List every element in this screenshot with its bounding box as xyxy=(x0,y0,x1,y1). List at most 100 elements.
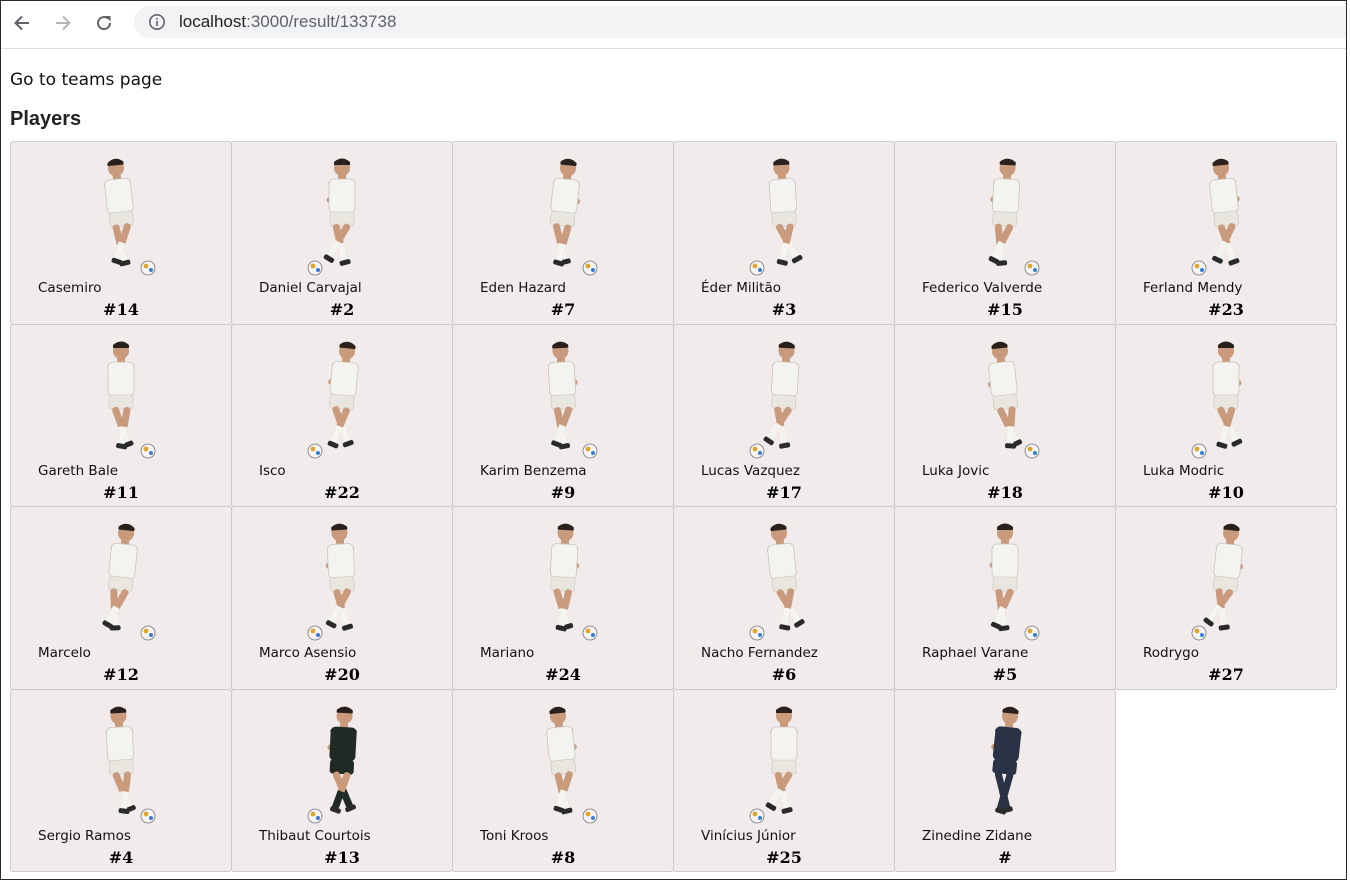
player-photo xyxy=(989,523,1040,641)
football-icon xyxy=(1191,443,1207,458)
football-icon xyxy=(307,260,323,276)
football-icon xyxy=(140,625,156,641)
player-card[interactable]: Luka Jovic #18 xyxy=(894,323,1116,507)
player-photo xyxy=(307,341,359,458)
player-photo xyxy=(749,158,803,276)
player-number: #12 xyxy=(103,665,139,684)
player-photo xyxy=(749,341,800,458)
football-icon xyxy=(749,625,765,641)
player-name: Marcelo xyxy=(38,645,91,661)
player-card[interactable]: Karim Benzema #9 xyxy=(452,323,674,507)
player-number: #7 xyxy=(550,300,576,319)
url-text[interactable]: localhost:3000/result/133738 xyxy=(179,12,396,32)
player-photo xyxy=(991,706,1022,814)
url-path: :3000/result/133738 xyxy=(246,12,397,31)
player-photo xyxy=(103,158,156,276)
info-icon[interactable] xyxy=(148,13,166,31)
players-grid: Casemiro #14 Daniel Carvajal #2 Eden Haz… xyxy=(10,141,1337,872)
player-name: Karim Benzema xyxy=(480,462,587,479)
player-card[interactable]: Zinedine Zidane # xyxy=(894,688,1116,872)
player-photo xyxy=(307,706,357,823)
player-photo xyxy=(987,341,1040,458)
address-bar[interactable]: localhost:3000/result/133738 xyxy=(134,6,1346,38)
football-icon xyxy=(582,260,598,276)
reload-icon xyxy=(97,16,112,31)
player-card[interactable]: Ferland Mendy #23 xyxy=(1115,141,1337,325)
player-card[interactable]: Vinícius Júnior #25 xyxy=(673,688,895,872)
player-card[interactable]: Casemiro #14 xyxy=(10,141,232,325)
football-icon xyxy=(140,443,156,458)
reload-button[interactable] xyxy=(89,9,119,37)
football-icon xyxy=(1191,260,1207,276)
player-name: Mariano xyxy=(480,645,535,661)
player-number: #23 xyxy=(1208,300,1244,319)
player-number: #13 xyxy=(324,847,360,867)
player-photo xyxy=(307,158,356,276)
arrow-left-icon xyxy=(14,15,29,31)
forward-button[interactable] xyxy=(48,9,78,37)
player-number: #18 xyxy=(987,482,1023,502)
player-name: Toni Kroos xyxy=(480,827,549,844)
player-photo xyxy=(749,706,798,823)
player-card[interactable]: Federico Valverde #15 xyxy=(894,141,1116,325)
player-card[interactable]: Marco Asensio #20 xyxy=(231,506,453,690)
teams-page-link[interactable]: Go to teams page xyxy=(10,70,162,90)
arrow-right-icon xyxy=(56,15,71,31)
player-card[interactable]: Marcelo #12 xyxy=(10,506,232,690)
player-card[interactable]: Gareth Bale #11 xyxy=(10,323,232,507)
player-photo xyxy=(550,523,598,641)
player-number: #5 xyxy=(992,665,1018,684)
player-name: Isco xyxy=(259,462,286,479)
player-photo xyxy=(550,158,598,276)
player-photo xyxy=(105,706,156,823)
player-photo xyxy=(1191,158,1240,276)
player-card[interactable]: Luka Modric #10 xyxy=(1115,323,1337,507)
player-card[interactable]: Eden Hazard #7 xyxy=(452,141,674,325)
player-card[interactable]: Sergio Ramos #4 xyxy=(10,688,232,872)
player-name: Vinícius Júnior xyxy=(701,827,796,844)
football-icon xyxy=(307,443,323,458)
player-name: Nacho Fernandez xyxy=(701,645,818,661)
player-number: #20 xyxy=(324,665,360,684)
player-name: Sergio Ramos xyxy=(38,827,131,844)
player-name: Federico Valverde xyxy=(922,280,1043,296)
url-host: localhost xyxy=(179,12,247,31)
football-icon xyxy=(582,443,598,458)
player-photo xyxy=(749,523,805,641)
player-name: Marco Asensio xyxy=(259,645,357,661)
player-name: Luka Jovic xyxy=(922,462,990,479)
player-name: Gareth Bale xyxy=(38,462,119,479)
player-photo xyxy=(1191,341,1243,458)
player-photo xyxy=(307,523,355,641)
player-number: #25 xyxy=(766,847,802,867)
football-icon xyxy=(140,808,156,823)
player-card[interactable]: Toni Kroos #8 xyxy=(452,688,674,872)
player-name: Lucas Vazquez xyxy=(701,462,800,479)
player-card[interactable]: Éder Militão #3 xyxy=(673,141,895,325)
player-photo xyxy=(107,341,156,458)
player-number: #24 xyxy=(545,665,581,684)
browser-toolbar: localhost:3000/result/133738 xyxy=(1,1,1346,49)
back-button[interactable] xyxy=(7,9,37,37)
player-photo xyxy=(546,706,598,823)
player-card[interactable]: Nacho Fernandez #6 xyxy=(673,506,895,690)
player-card[interactable]: Mariano #24 xyxy=(452,506,674,690)
player-photo xyxy=(547,341,598,458)
player-card[interactable]: Isco #22 xyxy=(231,323,453,507)
football-icon xyxy=(1024,443,1040,458)
player-photo xyxy=(988,158,1040,276)
football-icon xyxy=(140,260,156,276)
football-icon xyxy=(749,443,765,458)
page-title: Players xyxy=(10,108,82,130)
player-card[interactable]: Daniel Carvajal #2 xyxy=(231,141,453,325)
player-number: #14 xyxy=(103,300,139,319)
player-number: #11 xyxy=(103,482,139,502)
football-icon xyxy=(582,625,598,641)
player-card[interactable]: Rodrygo #27 xyxy=(1115,506,1337,690)
player-card[interactable]: Raphael Varane #5 xyxy=(894,506,1116,690)
player-card[interactable]: Lucas Vazquez #17 xyxy=(673,323,895,507)
player-number: #4 xyxy=(108,847,134,867)
player-card[interactable]: Thibaut Courtois #13 xyxy=(231,688,453,872)
player-name: Ferland Mendy xyxy=(1143,280,1243,296)
football-icon xyxy=(307,625,323,641)
